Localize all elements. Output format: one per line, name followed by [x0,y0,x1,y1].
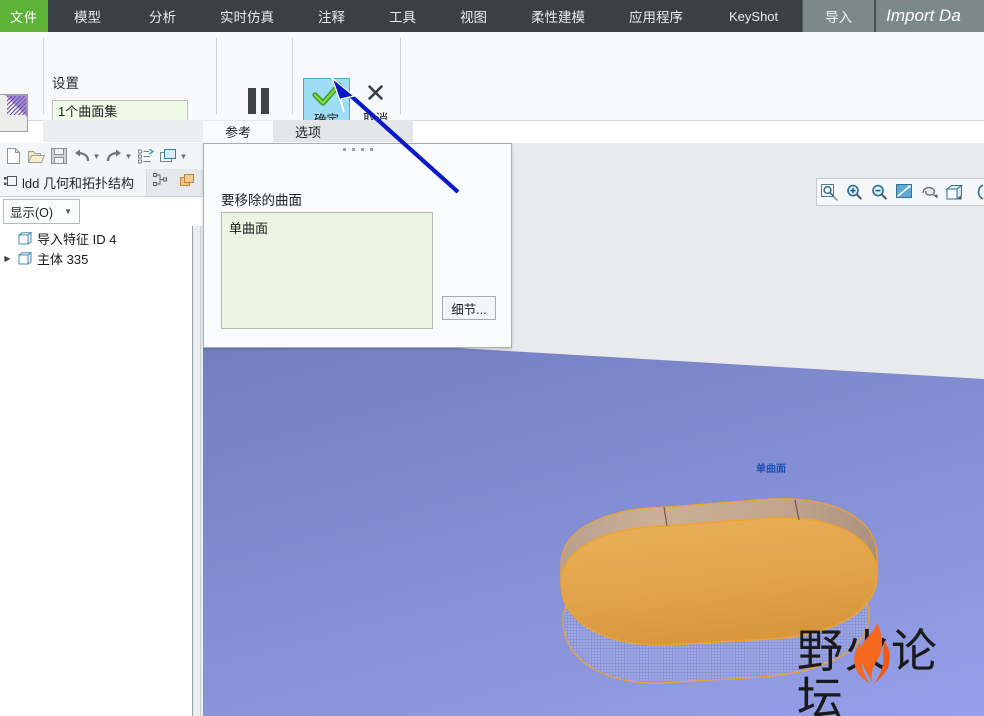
tab-annotation[interactable]: 注释 [296,0,367,32]
remove-surface-icon[interactable] [0,94,28,132]
subtab-filler [343,120,414,142]
perspective-icon[interactable] [967,180,984,204]
show-dropdown[interactable]: 显示(O) ▼ [3,199,80,224]
forum-watermark: 野火论坛 www.proewildfire.cn [797,623,984,716]
pause-button[interactable] [240,84,276,118]
surface-annotation-label: 单曲面 [756,464,786,475]
dialog-title: 要移除的曲面 [221,193,302,208]
new-icon[interactable] [3,146,23,166]
tree-item-label: 导入特征 ID 4 [37,231,117,247]
navigator-tab[interactable]: ldd 几何和拓扑结构 [0,173,146,192]
tab-keyshot[interactable]: KeyShot [705,0,802,32]
ribbon-separator-2 [216,38,217,114]
feature-icon [17,231,33,245]
tab-view[interactable]: 视图 [438,0,509,32]
spin-center-icon[interactable] [917,180,942,204]
repaint-icon[interactable] [892,180,917,204]
tree-item-import-feature[interactable]: 导入特征 ID 4 [0,228,192,248]
navigator-icon-group [146,169,203,196]
ribbon-subtabs: 参考 选项 [203,120,414,142]
undo-dropdown-arrow[interactable]: ▼ [92,152,101,161]
surface-list-box[interactable]: 单曲面 [221,212,433,329]
details-button[interactable]: 细节... [442,296,496,320]
close-x-icon: ✕ [364,79,387,109]
viewport-toolbar [816,178,984,206]
zoom-out-icon[interactable] [867,180,892,204]
model-tree-icon[interactable] [180,173,197,193]
geometry-topology-icon [4,176,17,189]
body-icon [17,251,33,265]
window-icon[interactable] [159,146,179,166]
tab-import[interactable]: 导入 [802,0,877,32]
tree-expand-arrow-icon[interactable]: ▶ [2,254,13,263]
dialog-drag-handle[interactable] [204,148,511,151]
tab-realtime-simulation[interactable]: 实时仿真 [198,0,296,32]
pro-engineer-window: 文件 模型 分析 实时仿真 注释 工具 视图 柔性建模 应用程序 KeyShot… [0,0,984,716]
tab-tools[interactable]: 工具 [367,0,438,32]
redo-icon[interactable] [104,146,124,166]
tab-flexible-modeling[interactable]: 柔性建模 [509,0,607,32]
ribbon-tab-bar: 文件 模型 分析 实时仿真 注释 工具 视图 柔性建模 应用程序 KeyShot… [0,0,984,32]
ribbon-body: 设置 确定 ✕ 取消 [0,32,984,132]
tab-applications[interactable]: 应用程序 [607,0,705,32]
open-icon[interactable] [26,146,46,166]
tab-file[interactable]: 文件 [0,0,48,32]
tree-item-label: 主体 335 [37,251,89,267]
chevron-down-icon: ▼ [64,207,72,216]
model-tree[interactable]: 导入特征 ID 4 ▶ 主体 335 [0,226,193,716]
ribbon-subtab-strip [43,120,203,142]
import-data-title: Import Da [876,0,984,32]
show-dropdown-label: 显示(O) [10,206,54,220]
subtab-options[interactable]: 选项 [273,120,344,142]
flame-icon [854,623,890,684]
subtab-reference[interactable]: 参考 [203,120,274,142]
ribbon-separator-3 [292,38,293,114]
save-icon[interactable] [49,146,69,166]
navigator-tab-label: ldd 几何和拓扑结构 [22,176,134,191]
regenerate-icon[interactable] [136,146,156,166]
window-dropdown-arrow[interactable]: ▼ [179,152,188,161]
undo-icon[interactable] [72,146,92,166]
ribbon-separator-4 [400,38,401,114]
layer-tree-icon[interactable] [153,173,168,192]
zoom-in-icon[interactable] [842,180,867,204]
tree-item-body[interactable]: ▶ 主体 335 [0,248,192,268]
navigator-header: ldd 几何和拓扑结构 [0,169,203,197]
quick-access-toolbar: ▼ ▼ ▼ [0,143,203,170]
checkmark-icon [311,82,342,106]
display-style-icon[interactable] [942,180,967,204]
ribbon-separator-1 [43,38,44,114]
tab-model[interactable]: 模型 [48,0,127,32]
zoom-to-fit-icon[interactable] [817,180,842,204]
remove-surface-dialog[interactable]: 要移除的曲面 单曲面 细节... [203,143,512,348]
settings-label: 设置 [52,76,79,91]
tree-gutter [193,226,200,716]
redo-dropdown-arrow[interactable]: ▼ [124,152,133,161]
list-item[interactable]: 单曲面 [229,218,432,237]
tab-analysis[interactable]: 分析 [127,0,198,32]
settings-group: 设置 [52,72,188,124]
